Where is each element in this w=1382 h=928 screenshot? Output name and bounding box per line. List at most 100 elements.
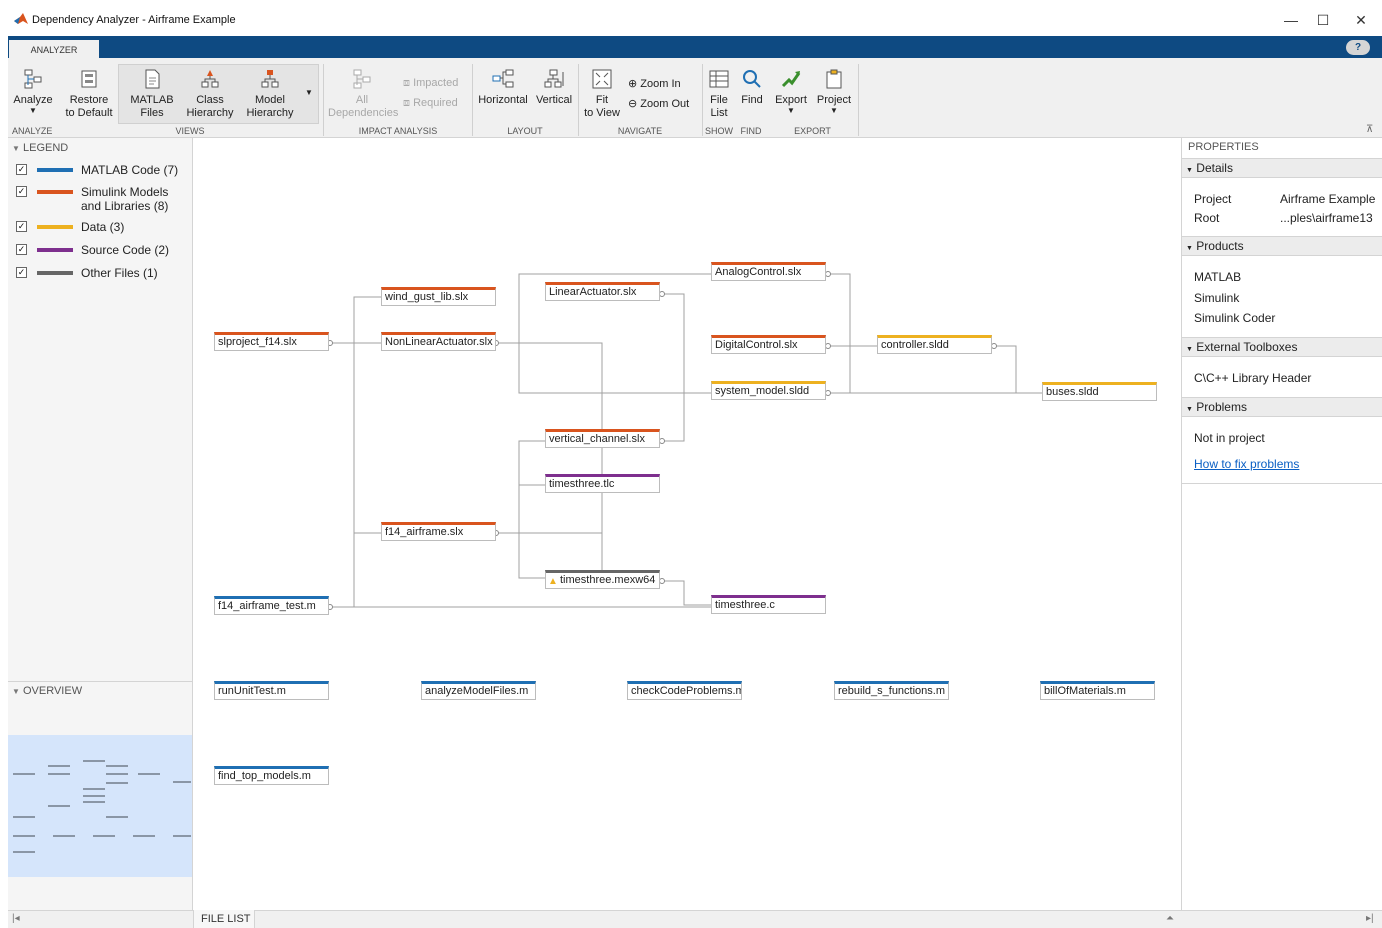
matlab-files-button[interactable]: MATLAB Files [128, 68, 176, 120]
node-timesthree-tlc[interactable]: timesthree.tlc [545, 474, 660, 493]
node-buses[interactable]: buses.sldd [1042, 382, 1157, 401]
legend-color-swatch [37, 190, 73, 194]
required-button[interactable]: ⧈ Required [403, 97, 458, 110]
node-vertical-channel[interactable]: vertical_channel.slx [545, 429, 660, 448]
legend-checkbox[interactable]: ✓ [16, 244, 27, 255]
model-hierarchy-label-1: Model [255, 94, 285, 106]
divider [8, 681, 192, 682]
legend-label: MATLAB Code (7) [81, 163, 179, 177]
products-section-header[interactable]: ▼ Products [1182, 236, 1382, 256]
toolboxes-header-label: External Toolboxes [1196, 340, 1298, 354]
fit-label-2: to View [584, 107, 620, 119]
collapse-left-icon[interactable]: |◂ [12, 913, 20, 924]
expand-up-icon[interactable]: ⏶ [1166, 913, 1174, 924]
section-show: SHOW [705, 126, 733, 136]
node-bill-of-materials[interactable]: billOfMaterials.m [1040, 681, 1155, 700]
node-linear-actuator[interactable]: LinearActuator.slx [545, 282, 660, 301]
node-f14-airframe[interactable]: f14_airframe.slx [381, 522, 496, 541]
collapse-arrow-icon: ▼ [1186, 167, 1193, 174]
project-button[interactable]: Project ▼ [814, 68, 854, 115]
section-find: FIND [740, 126, 762, 136]
file-list-tab[interactable]: FILE LIST [193, 910, 255, 928]
node-controller[interactable]: controller.sldd [877, 335, 992, 354]
class-hierarchy-button[interactable]: Class Hierarchy [184, 68, 236, 120]
section-analyze: ANALYZE [12, 126, 53, 136]
root-value: ...ples\airframe13 [1280, 211, 1373, 225]
problems-section-header[interactable]: ▼ Problems [1182, 397, 1382, 417]
horizontal-layout-button[interactable]: Horizontal [476, 68, 530, 107]
toolboxes-section-header[interactable]: ▼ External Toolboxes [1182, 337, 1382, 357]
collapse-arrow-icon: ▼ [1186, 346, 1193, 353]
details-header-label: Details [1196, 161, 1233, 175]
overview-header[interactable]: ▼ OVERVIEW [12, 685, 82, 697]
impacted-button[interactable]: ⧈ Impacted [403, 77, 458, 90]
fix-problems-link[interactable]: How to fix problems [1194, 457, 1299, 471]
node-timesthree-mexw64[interactable]: ▲ timesthree.mexw64 [545, 570, 660, 589]
fit-to-view-button[interactable]: Fit to View [582, 68, 622, 120]
export-button[interactable]: Export ▼ [772, 68, 810, 115]
node-system-model[interactable]: system_model.sldd [711, 381, 826, 400]
overview-viewport[interactable] [8, 735, 192, 877]
fit-to-view-icon [592, 69, 612, 89]
node-f14-airframe-test[interactable]: f14_airframe_test.m [214, 596, 329, 615]
node-timesthree-c[interactable]: timesthree.c [711, 595, 826, 614]
file-list-button[interactable]: File List [704, 68, 734, 120]
node-rebuild-s-functions[interactable]: rebuild_s_functions.m [834, 681, 949, 700]
separator [578, 64, 579, 136]
node-nonlinear-actuator[interactable]: NonLinearActuator.slx [381, 332, 496, 351]
details-section-header[interactable]: ▼ Details [1182, 158, 1382, 178]
node-slproject[interactable]: slproject_f14.slx [214, 332, 329, 351]
legend-label: Source Code (2) [81, 243, 170, 257]
zoom-out-button[interactable]: ⊖ Zoom Out [628, 97, 689, 110]
help-button[interactable]: ? [1346, 40, 1370, 55]
node-wind-gust-lib[interactable]: wind_gust_lib.slx [381, 287, 496, 306]
project-dropdown-arrow-icon: ▼ [830, 106, 838, 115]
legend-header[interactable]: ▼ LEGEND [12, 142, 68, 154]
zoom-in-button[interactable]: ⊕ Zoom In [628, 77, 681, 90]
maximize-button[interactable]: ☐ [1308, 8, 1338, 32]
views-more-arrow-icon[interactable]: ▼ [305, 88, 313, 97]
legend-label: Data (3) [81, 220, 125, 234]
dependency-graph-canvas[interactable]: slproject_f14.slx wind_gust_lib.slx NonL… [194, 138, 1180, 910]
legend-checkbox[interactable]: ✓ [16, 221, 27, 232]
node-run-unit-test[interactable]: runUnitTest.m [214, 681, 329, 700]
divider [1182, 483, 1382, 484]
model-hierarchy-button[interactable]: Model Hierarchy [243, 68, 297, 120]
analyze-button[interactable]: Analyze ▼ [12, 68, 54, 115]
project-label: Project [1194, 192, 1232, 206]
legend-checkbox[interactable]: ✓ [16, 267, 27, 278]
legend-title: LEGEND [22, 142, 69, 154]
node-digital-control[interactable]: DigitalControl.slx [711, 335, 826, 354]
properties-title: PROPERTIES [1188, 141, 1259, 153]
legend-checkbox[interactable]: ✓ [16, 186, 27, 197]
restore-label-1: Restore [69, 94, 109, 106]
tab-analyzer[interactable]: ANALYZER [9, 38, 99, 59]
vertical-layout-icon [544, 69, 564, 88]
vertical-layout-button[interactable]: Vertical [534, 68, 574, 107]
restore-icon [81, 70, 97, 88]
product-item: Simulink Coder [1194, 311, 1276, 325]
model-hierarchy-icon [261, 70, 279, 88]
find-button[interactable]: Find [738, 68, 766, 107]
products-header-label: Products [1196, 239, 1244, 253]
class-hierarchy-label-1: Class [196, 94, 224, 106]
project-label: Project [816, 94, 852, 106]
collapse-toolstrip-icon[interactable]: ⊼ [1366, 124, 1373, 135]
collapse-right-icon[interactable]: ▸| [1366, 913, 1374, 924]
tab-strip [8, 36, 1382, 58]
file-list-label-1: File [710, 94, 728, 106]
node-analog-control[interactable]: AnalogControl.slx [711, 262, 826, 281]
matlab-file-icon [145, 69, 160, 89]
node-check-code-problems[interactable]: checkCodeProblems.m [627, 681, 742, 700]
all-dependencies-button[interactable]: All Dependencies [328, 68, 398, 120]
legend-checkbox[interactable]: ✓ [16, 164, 27, 175]
legend-color-swatch [37, 225, 73, 229]
close-button[interactable]: ✕ [1346, 8, 1376, 32]
class-hierarchy-label-2: Hierarchy [186, 107, 234, 119]
restore-to-default-button[interactable]: Restore to Default [64, 68, 114, 120]
node-analyze-model-files[interactable]: analyzeModelFiles.m [421, 681, 536, 700]
minimize-button[interactable]: — [1276, 8, 1306, 32]
toolbox-item: C\C++ Library Header [1194, 371, 1312, 385]
node-find-top-models[interactable]: find_top_models.m [214, 766, 329, 785]
zoom-out-label: Zoom Out [640, 98, 690, 110]
